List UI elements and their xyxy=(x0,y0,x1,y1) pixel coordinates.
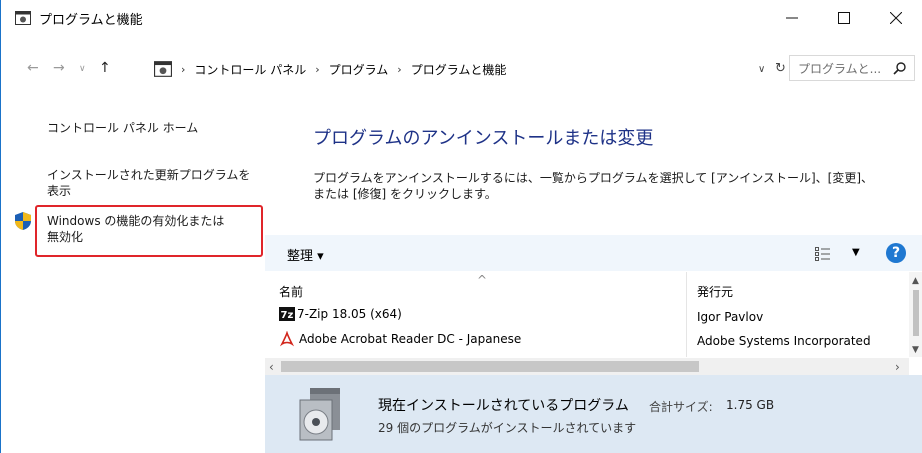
column-divider[interactable] xyxy=(686,272,687,357)
view-options-dropdown-icon[interactable]: ▼ xyxy=(852,247,860,258)
breadcrumb-chevron-icon: › xyxy=(397,62,402,76)
title-bar: プログラムと機能 xyxy=(1,0,922,36)
total-size-label: 合計サイズ: xyxy=(649,400,713,414)
breadcrumb-chevron-icon: › xyxy=(315,62,320,76)
description-line: プログラムをアンインストールするには、一覧からプログラムを選択して [アンインス… xyxy=(313,171,874,185)
back-button[interactable]: ← xyxy=(27,60,39,76)
close-button[interactable] xyxy=(873,0,919,36)
control-panel-home-link[interactable]: コントロール パネル ホーム xyxy=(47,120,198,136)
total-size-value: 1.75 GB xyxy=(726,398,775,412)
acrobat-icon xyxy=(279,331,295,347)
list-item[interactable]: Adobe Acrobat Reader DC - Japanese xyxy=(279,331,521,347)
link-text-line: 無効化 xyxy=(47,230,84,244)
scroll-left-icon[interactable]: ‹ xyxy=(269,360,274,374)
scroll-down-icon[interactable]: ▼ xyxy=(912,345,919,355)
breadcrumb-chevron-icon: › xyxy=(181,62,186,76)
scroll-right-icon[interactable]: › xyxy=(895,360,900,374)
window-title: プログラムと機能 xyxy=(39,13,143,28)
forward-button[interactable]: → xyxy=(53,60,65,76)
control-panel-icon xyxy=(15,11,31,25)
7zip-icon: 7z xyxy=(279,307,295,321)
program-name: 7-Zip 18.05 (x64) xyxy=(297,307,402,321)
search-input[interactable]: プログラムと... xyxy=(798,60,892,77)
minimize-button[interactable] xyxy=(769,0,815,36)
uac-shield-icon xyxy=(15,212,31,230)
program-publisher: Adobe Systems Incorporated xyxy=(697,334,871,348)
maximize-icon xyxy=(838,12,850,24)
program-publisher: Igor Pavlov xyxy=(697,310,764,324)
installer-disk-icon xyxy=(299,388,340,441)
address-bar[interactable]: › コントロール パネル › プログラム › プログラムと機能 xyxy=(146,57,782,81)
breadcrumb-control-panel[interactable]: コントロール パネル xyxy=(194,61,306,78)
breadcrumb-programs[interactable]: プログラム xyxy=(329,61,389,78)
link-text-line: Windows の機能の有効化または xyxy=(47,214,225,228)
address-dropdown-icon[interactable]: ∨ xyxy=(758,64,765,75)
maximize-button[interactable] xyxy=(821,0,867,36)
column-header-publisher[interactable]: 発行元 xyxy=(697,283,733,300)
vertical-scroll-thumb[interactable] xyxy=(913,290,919,336)
link-text-line: インストールされた更新プログラムを xyxy=(47,168,251,182)
description-line: または [修復] をクリックします。 xyxy=(313,187,497,201)
view-installed-updates-link[interactable]: インストールされた更新プログラムを 表示 xyxy=(47,167,262,199)
sort-ascending-icon: ^ xyxy=(477,273,488,287)
recent-locations-dropdown[interactable]: ∨ xyxy=(79,64,86,74)
page-description: プログラムをアンインストールするには、一覧からプログラムを選択して [アンインス… xyxy=(313,170,903,202)
minimize-icon xyxy=(786,17,798,19)
scroll-up-icon[interactable]: ▲ xyxy=(912,276,919,286)
organize-menu-button[interactable]: 整理 ▾ xyxy=(287,245,324,264)
search-icon[interactable] xyxy=(892,61,908,75)
horizontal-scroll-thumb[interactable] xyxy=(281,361,699,372)
details-title: 現在インストールされているプログラム xyxy=(378,398,629,414)
breadcrumb-programs-features[interactable]: プログラムと機能 xyxy=(411,61,507,78)
view-details-icon[interactable] xyxy=(815,247,831,261)
control-panel-icon xyxy=(154,61,172,77)
svg-text:7z: 7z xyxy=(281,310,294,321)
link-text-line: 表示 xyxy=(47,184,72,198)
program-count: 29 個のプログラムがインストールされています xyxy=(378,421,637,435)
up-button[interactable]: ↑ xyxy=(99,60,111,76)
program-name: Adobe Acrobat Reader DC - Japanese xyxy=(299,332,522,346)
programs-and-features-window: プログラムと機能 ← → ∨ ↑ › コントロール パネル › プログラム › … xyxy=(0,0,922,453)
refresh-icon[interactable]: ↻ xyxy=(775,61,786,76)
list-item[interactable]: 7z 7-Zip 18.05 (x64) xyxy=(279,307,402,321)
page-title: プログラムのアンインストールまたは変更 xyxy=(313,128,654,149)
search-box[interactable]: プログラムと... xyxy=(789,55,915,81)
help-button[interactable]: ? xyxy=(886,243,906,263)
close-icon xyxy=(890,12,902,24)
column-header-name[interactable]: 名前 xyxy=(279,283,303,300)
turn-windows-features-link[interactable]: Windows の機能の有効化または 無効化 xyxy=(47,213,257,245)
